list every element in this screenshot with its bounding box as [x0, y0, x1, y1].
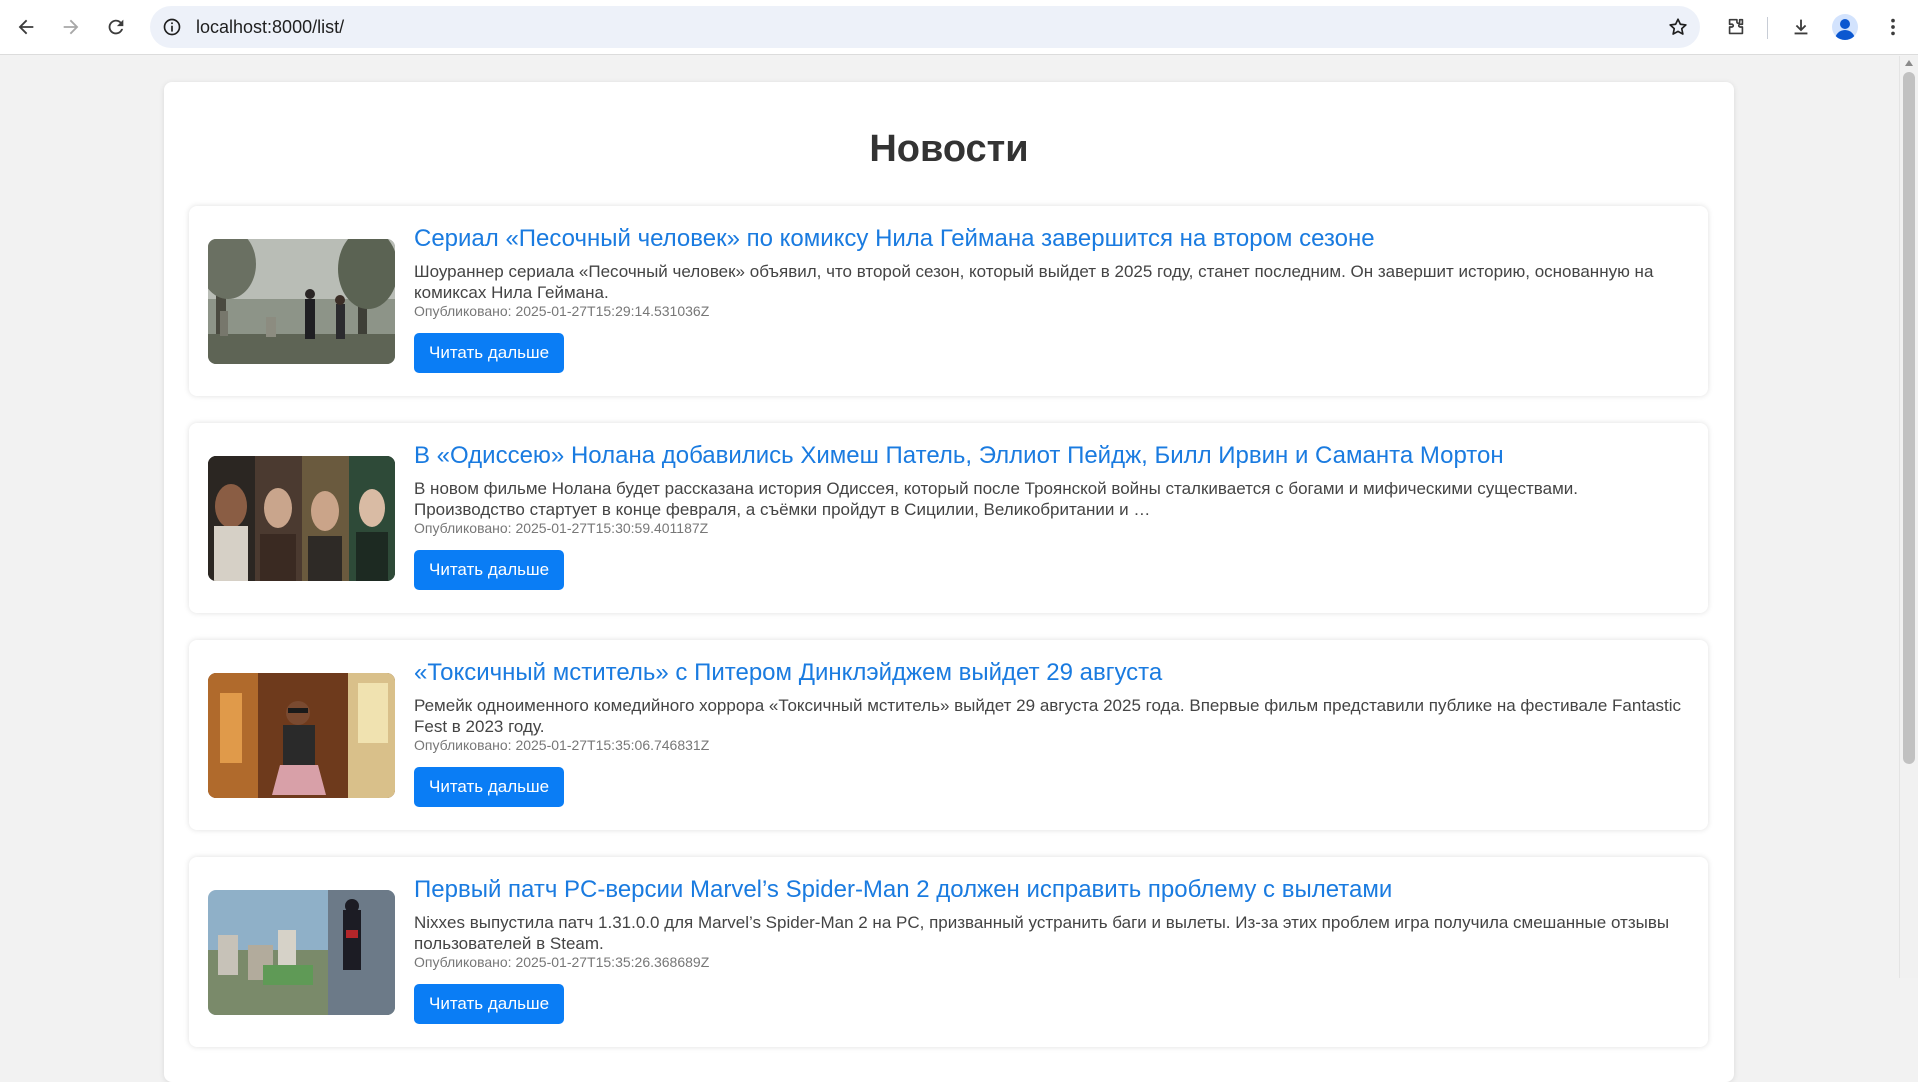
news-title-link[interactable]: В «Одиссею» Нолана добавились Химеш Пате… — [414, 441, 1684, 471]
news-container: Новости Сериал «Песочный человек» по ком… — [164, 82, 1734, 1082]
news-title-link[interactable]: Сериал «Песочный человек» по комиксу Нил… — [414, 224, 1684, 254]
browser-toolbar: localhost:8000/list/ — [0, 0, 1918, 55]
forward-arrow-icon — [63, 19, 79, 35]
news-card-body: Первый патч PC-версии Marvel’s Spider-Ma… — [414, 875, 1684, 1024]
page-title: Новости — [869, 128, 1029, 170]
site-info-icon[interactable] — [160, 15, 184, 39]
news-card: Сериал «Песочный человек» по комиксу Нил… — [189, 206, 1708, 396]
back-button[interactable] — [8, 9, 44, 45]
read-more-button[interactable]: Читать дальше — [414, 333, 565, 373]
news-summary: Шоураннер сериала «Песочный человек» объ… — [414, 262, 1654, 302]
forward-button[interactable] — [53, 9, 89, 45]
toolbar-separator — [1767, 17, 1768, 39]
address-bar[interactable]: localhost:8000/list/ — [150, 6, 1700, 48]
kebab-menu-icon — [1891, 18, 1895, 36]
news-summary: Nixxes выпустила патч 1.31.0.0 для Marve… — [414, 913, 1670, 953]
extensions-button[interactable] — [1718, 9, 1754, 45]
news-thumbnail[interactable] — [208, 456, 395, 581]
news-card-body: В «Одиссею» Нолана добавились Химеш Пате… — [414, 441, 1684, 590]
profile-avatar-icon[interactable] — [1832, 14, 1858, 40]
news-date: Опубликовано: 2025-01-27T15:30:59.401187… — [414, 520, 709, 536]
scrollbar-thumb[interactable] — [1903, 72, 1915, 764]
url-text[interactable]: localhost:8000/list/ — [196, 6, 344, 48]
downloads-button[interactable] — [1783, 9, 1819, 45]
news-summary: Ремейк одноименного комедийного хоррора … — [414, 696, 1682, 736]
news-summary: В новом фильме Нолана будет рассказана и… — [414, 479, 1579, 519]
extensions-icon — [1728, 18, 1744, 35]
news-card: В «Одиссею» Нолана добавились Химеш Пате… — [189, 423, 1708, 613]
reload-icon — [108, 19, 124, 35]
read-more-button[interactable]: Читать дальше — [414, 984, 565, 1024]
read-more-button[interactable]: Читать дальше — [414, 550, 565, 590]
news-thumbnail[interactable] — [208, 890, 395, 1015]
menu-button[interactable] — [1875, 9, 1911, 45]
news-thumbnail[interactable] — [208, 673, 395, 798]
back-arrow-icon — [18, 19, 34, 35]
news-card: Первый патч PC-версии Marvel’s Spider-Ma… — [189, 857, 1708, 1047]
page-scrollbar[interactable] — [1899, 56, 1918, 978]
scroll-up-arrow-icon[interactable] — [1905, 60, 1913, 66]
news-title-link[interactable]: Первый патч PC-версии Marvel’s Spider-Ma… — [414, 875, 1684, 905]
news-thumbnail[interactable] — [208, 239, 395, 364]
news-card-body: Сериал «Песочный человек» по комиксу Нил… — [414, 224, 1684, 373]
news-card: «Токсичный мститель» с Питером Динклэйдж… — [189, 640, 1708, 830]
news-date: Опубликовано: 2025-01-27T15:29:14.531036… — [414, 303, 710, 319]
news-title-link[interactable]: «Токсичный мститель» с Питером Динклэйдж… — [414, 658, 1684, 688]
bookmark-star-icon[interactable] — [1666, 15, 1690, 39]
downloads-icon — [1794, 19, 1808, 35]
reload-button[interactable] — [98, 9, 134, 45]
read-more-button[interactable]: Читать дальше — [414, 767, 565, 807]
news-date: Опубликовано: 2025-01-27T15:35:06.746831… — [414, 737, 710, 753]
news-date: Опубликовано: 2025-01-27T15:35:26.368689… — [414, 954, 710, 970]
news-card-body: «Токсичный мститель» с Питером Динклэйдж… — [414, 658, 1684, 807]
